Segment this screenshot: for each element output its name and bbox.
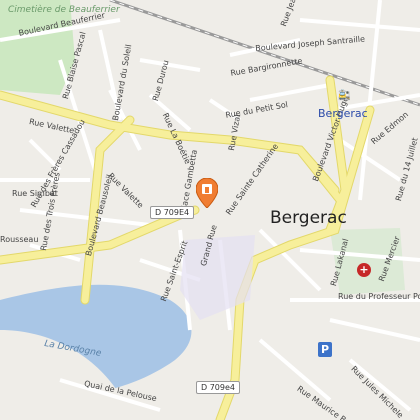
train-station-icon[interactable]: 🚉 [338,90,350,101]
street-label: Rousseau [0,235,39,244]
street-label: Rue du Professeur Pozzi [338,292,420,301]
parking-icon[interactable]: P [318,342,332,357]
map-base [0,0,420,420]
hospital-icon[interactable]: + [357,263,371,277]
road-shield: D 709e4 [196,381,240,394]
map-pin-icon[interactable] [196,178,218,208]
map-canvas[interactable]: Bergerac Cimetière de Beauferrier La Dor… [0,0,420,420]
station-label: Bergerac [318,107,368,120]
road-shield: D 709E4 [150,206,195,219]
city-label: Bergerac [270,208,347,228]
